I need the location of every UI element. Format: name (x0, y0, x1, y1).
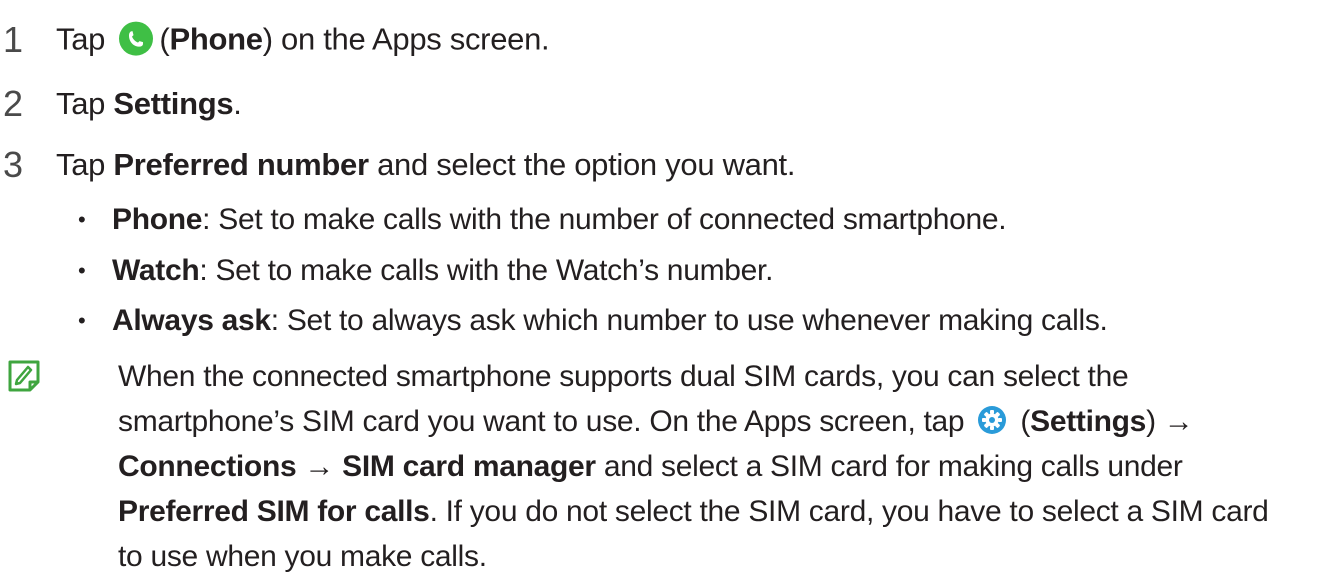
step-text: Tap Settings. (56, 86, 242, 122)
note-text-bold: Connections (118, 450, 297, 483)
option-text: Phone: Set to make calls with the number… (112, 203, 1007, 237)
note-text-segment: and select a SIM card for making calls u… (595, 450, 1183, 483)
phone-icon (119, 21, 154, 56)
bullet: • (78, 258, 86, 283)
step-text-pre: Tap (56, 21, 106, 57)
note-line-3: Connections → SIM card manager and selec… (118, 444, 1328, 489)
step-text: Tap Preferred number and select the opti… (56, 147, 795, 183)
note-text-segment: ( (1020, 405, 1031, 438)
step-text-pre: Tap (56, 147, 114, 182)
option-desc: : Set to always ask which number to use … (270, 304, 1108, 337)
step-text-bold: Preferred number (113, 147, 369, 182)
note-text-bold: Preferred SIM for calls (118, 495, 430, 528)
note-text-segment: ) → (1146, 405, 1194, 438)
option-text: Watch: Set to make calls with the Watch’… (112, 254, 773, 288)
option-label: Always ask (112, 304, 271, 337)
option-desc: : Set to make calls with the Watch’s num… (199, 254, 774, 287)
note-line-4: Preferred SIM for calls. If you do not s… (118, 489, 1328, 534)
manual-page: 1 Tap (Phone) on the Apps screen. 2 Tap … (0, 0, 1333, 585)
note-text-bold: SIM card manager (342, 450, 596, 483)
step-text-post: ) on the Apps screen. (262, 21, 550, 57)
step-text-bold: Phone (169, 21, 263, 57)
bullet: • (78, 308, 86, 333)
step-number: 2 (3, 83, 23, 124)
note-text: When the connected smartphone supports d… (118, 354, 1328, 579)
note-text-segment: smartphone’s SIM card you want to use. O… (118, 405, 965, 438)
note-text-segment: → (296, 450, 343, 483)
step-text: Tap (Phone) on the Apps screen. (56, 21, 550, 59)
option-desc: : Set to make calls with the number of c… (202, 203, 1007, 236)
note-text-bold: Settings (1030, 405, 1147, 438)
step-number: 3 (3, 144, 23, 185)
step-text-post: and select the option you want. (368, 147, 796, 182)
settings-gear-icon (977, 405, 1007, 435)
note-text-segment: . If you do not select the SIM card, you… (429, 495, 1269, 528)
step-text-pre: Tap (56, 86, 114, 121)
step-text-paren: ( (159, 21, 170, 57)
step-text-bold: Settings (113, 86, 234, 121)
note-line-5: to use when you make calls. (118, 540, 487, 573)
step-number: 1 (3, 19, 23, 60)
note-icon (6, 358, 42, 394)
option-text: Always ask: Set to always ask which numb… (112, 304, 1108, 338)
option-label: Phone (112, 203, 203, 236)
option-label: Watch (112, 254, 200, 287)
note-line-1: When the connected smartphone supports d… (118, 360, 1129, 393)
note-line-2: smartphone’s SIM card you want to use. O… (118, 399, 1328, 444)
bullet: • (78, 207, 86, 232)
step-text-post: . (233, 86, 242, 121)
